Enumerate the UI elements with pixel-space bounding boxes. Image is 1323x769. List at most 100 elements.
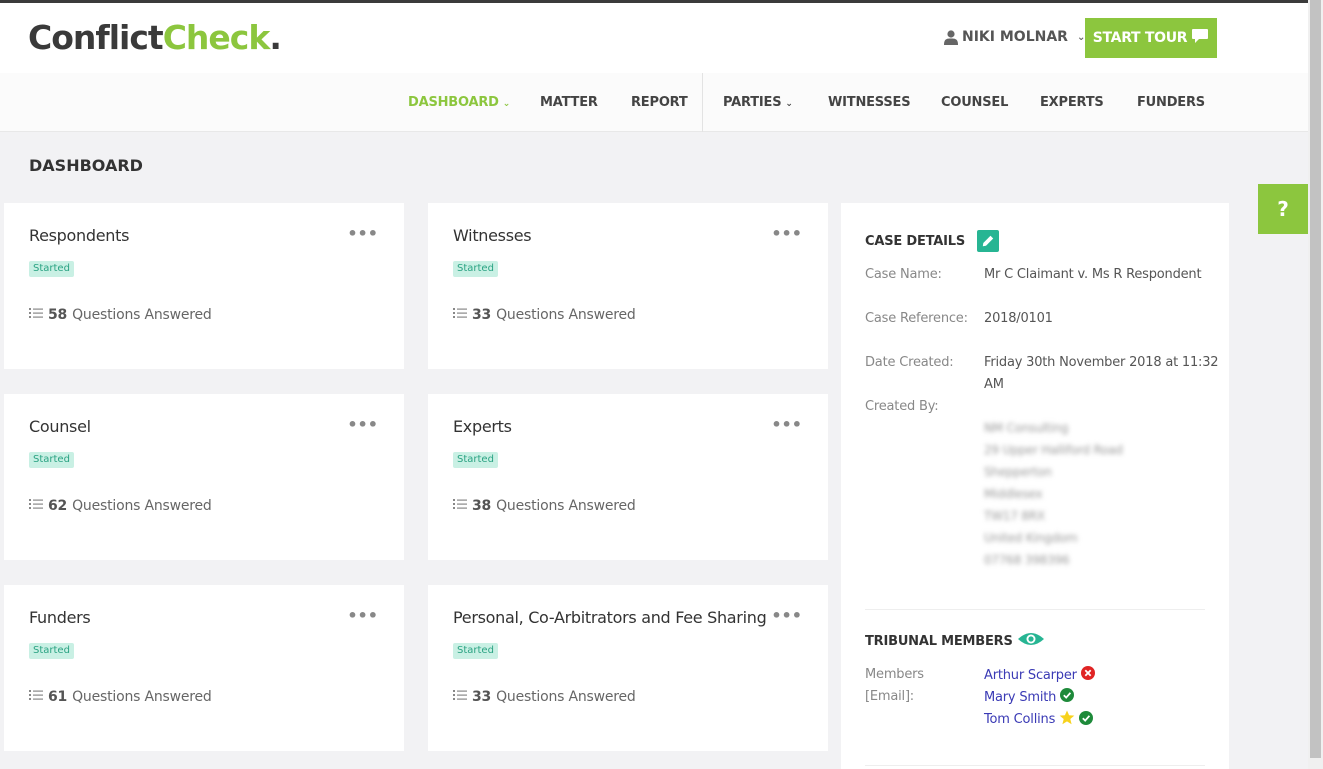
logo-text-conflict: Conflict [28,18,164,57]
members-label: Members [865,667,924,682]
tribunal-member[interactable]: Mary Smith [984,688,1075,706]
logo-text-dot: . [269,18,282,57]
nav-witnesses-label: WITNESSES [828,95,911,110]
card-personal-co-arbitrators[interactable]: Personal, Co-Arbitrators and Fee Sharing… [428,585,828,751]
created-by-line: 29 Upper Halliford Road [984,443,1123,457]
status-badge: Started [29,643,74,659]
tribunal-member[interactable]: Arthur Scarper [984,666,1095,684]
questions-count: 33 [472,307,492,323]
card-experts[interactable]: Experts ••• Started 38 Questions Answered [428,394,828,560]
nav-counsel[interactable]: COUNSEL [941,73,1008,132]
questions-answered: 38 Questions Answered [453,498,636,514]
nav-parties[interactable]: PARTIES ⌄ [723,73,793,132]
status-badge: Started [453,261,498,277]
tribunal-member[interactable]: Tom Collins [984,710,1094,729]
card-respondents[interactable]: Respondents ••• Started 58 Questions Answ… [4,203,404,369]
logo[interactable]: ConflictCheck. [28,18,282,58]
case-name-label: Case Name: [865,267,942,282]
chevron-down-icon: ⌄ [502,99,511,109]
card-title: Witnesses [453,226,532,245]
edit-icon[interactable] [977,230,1000,252]
nav-report-label: REPORT [631,95,688,110]
star-icon [1059,710,1075,729]
card-title: Respondents [29,226,130,245]
logo-text-check: Check [162,18,271,57]
tribunal-title: TRIBUNAL MEMBERS [865,633,1013,649]
list-icon [453,689,467,705]
nav-dashboard[interactable]: DASHBOARD ⌄ [408,73,510,132]
questions-label: Questions Answered [496,689,636,705]
accepted-icon [1079,710,1094,729]
more-options-icon[interactable]: ••• [771,226,802,242]
start-tour-label: START TOUR [1092,30,1188,46]
help-label: ? [1277,197,1289,221]
user-icon [944,29,958,45]
questions-answered: 61 Questions Answered [29,689,212,705]
card-funders[interactable]: Funders ••• Started 61 Questions Answered [4,585,404,751]
status-badge: Started [29,261,74,277]
created-by-label: Created By: [865,399,939,414]
list-icon [29,689,43,705]
more-options-icon[interactable]: ••• [347,608,378,624]
chevron-down-icon: ⌄ [785,99,793,109]
case-name-value: Mr C Claimant v. Ms R Respondent [984,267,1202,282]
divider [865,765,1205,766]
nav-matter-label: MATTER [540,95,598,110]
created-by-line: Shepperton [984,465,1052,479]
eye-icon[interactable] [1017,631,1045,651]
created-by-line: TW17 8RX [984,509,1045,523]
nav-funders[interactable]: FUNDERS [1137,73,1205,132]
questions-answered: 58 Questions Answered [29,307,212,323]
nav-funders-label: FUNDERS [1137,95,1205,110]
more-options-icon[interactable]: ••• [771,608,802,624]
questions-label: Questions Answered [72,307,212,323]
more-options-icon[interactable]: ••• [347,417,378,433]
list-icon [29,307,43,323]
start-tour-button[interactable]: START TOUR [1085,18,1217,58]
questions-count: 58 [48,307,68,323]
list-icon [29,498,43,514]
questions-label: Questions Answered [496,307,636,323]
status-badge: Started [29,452,74,468]
list-icon [453,307,467,323]
members-email-label: [Email]: [865,689,914,704]
scrollbar-thumb[interactable] [1310,0,1321,758]
member-name: Arthur Scarper [984,667,1077,683]
date-created-value: Friday 30th November 2018 at 11:32 [984,355,1219,370]
card-title: Counsel [29,417,91,436]
questions-answered: 33 Questions Answered [453,689,636,705]
created-by-line: NM Consulting [984,421,1069,435]
declined-icon [1080,666,1095,684]
questions-answered: 33 Questions Answered [453,307,636,323]
user-name: NIKI MOLNAR [962,29,1068,45]
status-badge: Started [453,452,498,468]
nav-experts-label: EXPERTS [1040,95,1104,110]
member-name: Tom Collins [984,712,1056,727]
card-counsel[interactable]: Counsel ••• Started 62 Questions Answered [4,394,404,560]
help-button[interactable]: ? [1258,184,1308,234]
questions-label: Questions Answered [496,498,636,514]
card-title: Personal, Co-Arbitrators and Fee Sharing [453,608,767,627]
nav-parties-label: PARTIES [723,95,782,110]
nav-experts[interactable]: EXPERTS [1040,73,1104,132]
questions-label: Questions Answered [72,498,212,514]
card-witnesses[interactable]: Witnesses ••• Started 33 Questions Answer… [428,203,828,369]
card-title: Experts [453,417,512,436]
user-menu[interactable]: NIKI MOLNAR ⌄ [944,29,1085,45]
status-badge: Started [453,643,498,659]
date-created-value-cont: AM [984,377,1004,392]
case-ref-value: 2018/0101 [984,311,1053,326]
more-options-icon[interactable]: ••• [347,226,378,242]
questions-count: 33 [472,689,492,705]
nav-matter[interactable]: MATTER [540,73,598,132]
created-by-line: Middlesex [984,487,1043,501]
more-options-icon[interactable]: ••• [771,417,802,433]
nav-report[interactable]: REPORT [631,73,688,132]
date-created-label: Date Created: [865,355,954,370]
list-icon [453,498,467,514]
nav-witnesses[interactable]: WITNESSES [828,73,911,132]
questions-count: 61 [48,689,68,705]
questions-answered: 62 Questions Answered [29,498,212,514]
questions-label: Questions Answered [72,689,212,705]
questions-count: 62 [48,498,68,514]
